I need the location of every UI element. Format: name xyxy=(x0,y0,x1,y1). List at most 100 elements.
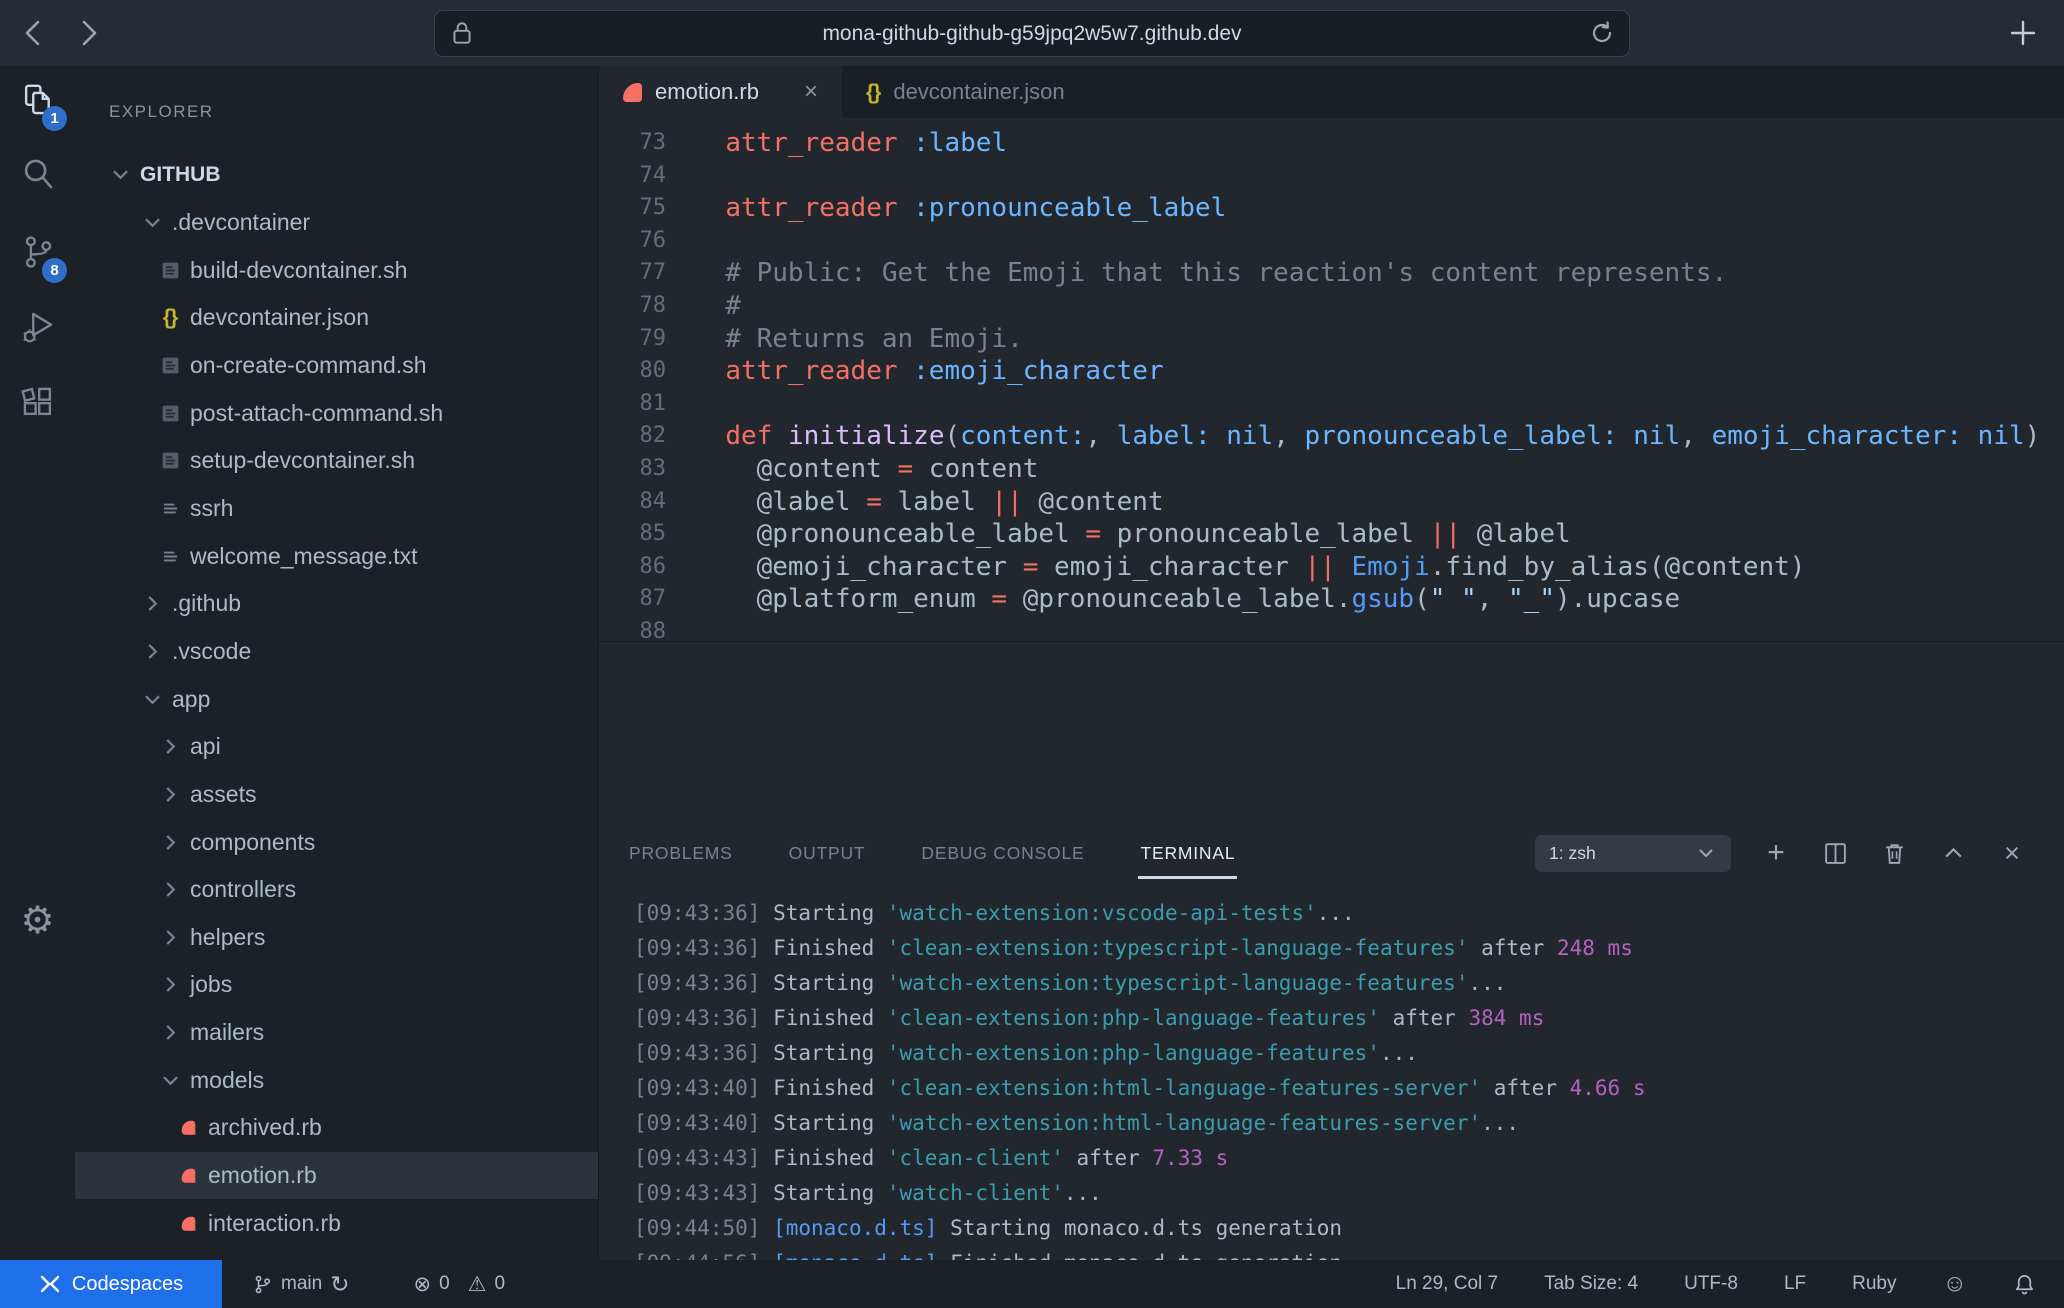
line-number: 86 xyxy=(599,551,666,584)
new-tab-button[interactable] xyxy=(2008,0,2038,66)
shell-file-icon xyxy=(160,260,181,281)
shell-selector-label: 1: zsh xyxy=(1549,843,1596,864)
panel-tab-output[interactable]: OUTPUT xyxy=(789,843,866,864)
panel-tab-terminal[interactable]: TERMINAL xyxy=(1140,843,1235,864)
code-line: 73 attr_reader :label xyxy=(599,127,2064,160)
tree-item-archived-rb[interactable]: archived.rb xyxy=(75,1104,598,1152)
settings-gear-button[interactable]: ⚙ xyxy=(0,897,75,945)
chevron-collapsed-icon xyxy=(160,832,181,853)
ruby-file-icon xyxy=(178,1117,199,1138)
line-number: 85 xyxy=(599,518,666,551)
chevron-collapsed-icon xyxy=(160,879,181,900)
status-item-utf-8[interactable]: UTF-8 xyxy=(1684,1273,1738,1295)
tree-item-assets[interactable]: assets xyxy=(75,771,598,819)
chevron-up-icon xyxy=(1941,841,1966,866)
back-icon xyxy=(27,22,38,44)
tree-item-emotion-rb[interactable]: emotion.rb xyxy=(75,1152,598,1200)
folder-chevron-icon xyxy=(159,926,181,948)
tree-item-build-devcontainer-sh[interactable]: build-devcontainer.sh xyxy=(75,246,598,294)
tree-item-label: emotion.rb xyxy=(208,1162,317,1189)
folder-chevron-icon xyxy=(159,1022,181,1044)
tree-item-controllers[interactable]: controllers xyxy=(75,866,598,914)
status-item-lf[interactable]: LF xyxy=(1784,1273,1806,1295)
tree-item-devcontainer-json[interactable]: {}devcontainer.json xyxy=(75,294,598,342)
panel-tab-problems[interactable]: PROBLEMS xyxy=(629,843,733,864)
tree-item-label: controllers xyxy=(190,876,296,903)
ruby-file-icon xyxy=(178,1213,199,1234)
code-line: 75 attr_reader :pronounceable_label xyxy=(599,192,2064,225)
panel-tabs: PROBLEMS OUTPUT DEBUG CONSOLE TERMINAL xyxy=(629,843,1291,864)
tab-emotion-rb[interactable]: emotion.rb× xyxy=(599,66,842,118)
line-number: 84 xyxy=(599,486,666,519)
maximize-panel-button[interactable] xyxy=(1939,839,1967,867)
bell-icon xyxy=(2013,1273,2036,1296)
chevron-expanded-icon xyxy=(160,1070,181,1091)
run-debug-activity-button[interactable] xyxy=(0,303,75,351)
tree-item-post-attach-command-sh[interactable]: post-attach-command.sh xyxy=(75,389,598,437)
tree-item-github[interactable]: GITHUB xyxy=(75,151,598,199)
panel-controls: 1: zsh + × xyxy=(1535,835,2026,872)
tree-item-api[interactable]: api xyxy=(75,723,598,771)
tree-item--devcontainer[interactable]: .devcontainer xyxy=(75,199,598,247)
panel-tab-debug-console[interactable]: DEBUG CONSOLE xyxy=(921,843,1084,864)
errors-count: 0 xyxy=(439,1273,450,1295)
line-number: 80 xyxy=(599,355,666,388)
tree-item-jobs[interactable]: jobs xyxy=(75,961,598,1009)
shell-file-icon xyxy=(160,355,181,376)
browser-forward-button[interactable] xyxy=(72,16,106,50)
tree-item-on-create-command-sh[interactable]: on-create-command.sh xyxy=(75,342,598,390)
status-item-ruby[interactable]: Ruby xyxy=(1852,1273,1896,1295)
terminal-output[interactable]: [09:43:36] Starting 'watch-extension:vsc… xyxy=(599,886,2064,1281)
line-number: 74 xyxy=(599,160,666,193)
status-item-tab-size-4[interactable]: Tab Size: 4 xyxy=(1544,1273,1638,1295)
notifications-bell-button[interactable] xyxy=(2013,1273,2036,1296)
close-panel-button[interactable]: × xyxy=(1998,839,2026,867)
tree-item-welcome-message-txt[interactable]: welcome_message.txt xyxy=(75,532,598,580)
tree-item-label: components xyxy=(190,829,315,856)
problems-status-item[interactable]: ⊗ 0 ⚠ 0 xyxy=(413,1272,505,1297)
refresh-button[interactable] xyxy=(1589,20,1615,46)
tree-item-interaction-rb[interactable]: interaction.rb xyxy=(75,1199,598,1247)
code-editor[interactable]: 73 attr_reader :label7475 attr_reader :p… xyxy=(599,118,2064,641)
explorer-sidebar: EXPLORER GITHUB.devcontainerbuild-devcon… xyxy=(75,66,598,1260)
search-activity-button[interactable] xyxy=(0,150,75,198)
split-terminal-button[interactable] xyxy=(1821,839,1849,867)
address-bar[interactable]: mona-github-github-g59jpq2w5w7.github.de… xyxy=(434,10,1630,57)
tree-item-models[interactable]: models xyxy=(75,1056,598,1104)
tree-item--github[interactable]: .github xyxy=(75,580,598,628)
tree-item-setup-devcontainer-sh[interactable]: setup-devcontainer.sh xyxy=(75,437,598,485)
status-item-ln-29-col-7[interactable]: Ln 29, Col 7 xyxy=(1396,1273,1498,1295)
tree-item-helpers[interactable]: helpers xyxy=(75,914,598,962)
codespaces-status-button[interactable]: Codespaces xyxy=(0,1260,222,1308)
terminal-line: [09:43:40] Finished 'clean-extension:htm… xyxy=(634,1071,2064,1106)
tree-item--vscode[interactable]: .vscode xyxy=(75,628,598,676)
code-line: 85 @pronounceable_label = pronounceable_… xyxy=(599,518,2064,551)
tab-devcontainer-json[interactable]: {}devcontainer.json xyxy=(842,66,1089,118)
trash-icon xyxy=(1882,841,1907,866)
tree-item-label: welcome_message.txt xyxy=(190,543,418,570)
kill-terminal-button[interactable] xyxy=(1880,839,1908,867)
browser-toolbar: mona-github-github-g59jpq2w5w7.github.de… xyxy=(0,0,2064,66)
browser-back-button[interactable] xyxy=(16,16,50,50)
tree-item-components[interactable]: components xyxy=(75,818,598,866)
line-number: 82 xyxy=(599,420,666,453)
tree-item-ssrh[interactable]: ssrh xyxy=(75,485,598,533)
terminal-line: [09:43:36] Starting 'watch-extension:typ… xyxy=(634,966,2064,1001)
file-tree: GITHUB.devcontainerbuild-devcontainer.sh… xyxy=(75,151,598,1247)
feedback-smiley-icon[interactable]: ☺ xyxy=(1942,1270,1967,1298)
tree-item-label: devcontainer.json xyxy=(190,304,369,331)
url-text: mona-github-github-g59jpq2w5w7.github.de… xyxy=(822,22,1241,46)
code-text: attr_reader :pronounceable_label xyxy=(694,192,1226,225)
terminal-shell-dropdown[interactable]: 1: zsh xyxy=(1535,835,1731,872)
text-file-icon xyxy=(160,498,181,519)
tree-item-app[interactable]: app xyxy=(75,675,598,723)
errors-icon: ⊗ xyxy=(413,1272,431,1297)
chevron-collapsed-icon xyxy=(160,927,181,948)
code-line: 86 @emoji_character = emoji_character ||… xyxy=(599,551,2064,584)
close-tab-icon[interactable]: × xyxy=(804,78,818,106)
branch-status-item[interactable]: main ↻ xyxy=(252,1271,349,1298)
tree-item-mailers[interactable]: mailers xyxy=(75,1009,598,1057)
new-terminal-button[interactable]: + xyxy=(1762,839,1790,867)
extensions-activity-button[interactable] xyxy=(0,378,75,426)
status-bar: Codespaces main ↻ ⊗ 0 ⚠ 0 Ln 29, Col 7 Ta… xyxy=(0,1260,2064,1308)
